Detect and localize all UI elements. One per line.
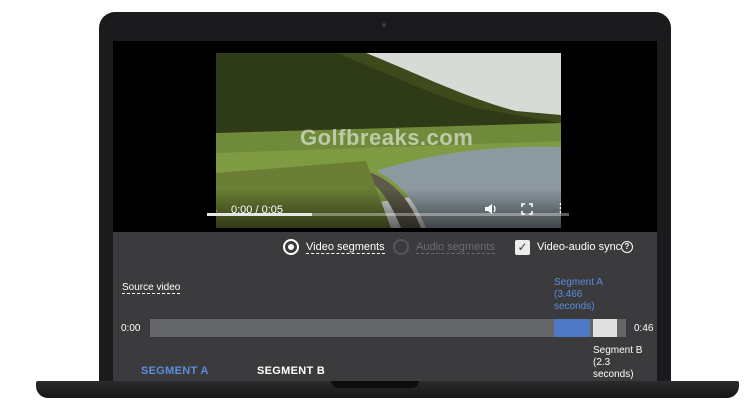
laptop-base-notch bbox=[331, 381, 419, 388]
video-audio-sync-checkbox[interactable]: ✓ bbox=[515, 240, 530, 255]
laptop-mockup: Golfbreaks.com 0:00 / 0:05 Video segment… bbox=[0, 0, 747, 405]
segment-editor-panel: Video segments Audio segments ✓ Video-au… bbox=[113, 232, 657, 382]
help-icon[interactable]: ? bbox=[621, 241, 633, 253]
timeline-end-time: 0:46 bbox=[634, 323, 654, 334]
video-progress-fill bbox=[207, 213, 312, 216]
webcam bbox=[382, 23, 386, 27]
audio-segments-label[interactable]: Audio segments bbox=[416, 241, 495, 254]
video-player[interactable]: Golfbreaks.com 0:00 / 0:05 bbox=[216, 53, 561, 228]
laptop-screen: Golfbreaks.com 0:00 / 0:05 Video segment… bbox=[113, 41, 657, 382]
source-video-label: Source video bbox=[122, 282, 181, 294]
video-progress-bar[interactable] bbox=[207, 213, 569, 216]
segment-b-block[interactable] bbox=[593, 319, 617, 337]
video-audio-sync-label[interactable]: Video-audio sync bbox=[537, 241, 621, 253]
video-controls: 0:00 / 0:05 bbox=[216, 188, 561, 228]
audio-segments-radio[interactable] bbox=[393, 239, 409, 255]
tab-segment-b[interactable]: SEGMENT B bbox=[257, 365, 325, 377]
video-segments-label[interactable]: Video segments bbox=[306, 241, 385, 254]
segment-b-caption: Segment B (2.3 seconds) bbox=[593, 345, 643, 380]
tab-segment-a[interactable]: SEGMENT A bbox=[141, 365, 209, 377]
segment-a-block[interactable] bbox=[554, 319, 590, 337]
segment-a-caption: Segment A (3.466 seconds) bbox=[554, 277, 603, 312]
timeline-start-time: 0:00 bbox=[121, 323, 141, 334]
video-segments-radio[interactable] bbox=[283, 239, 299, 255]
source-timeline[interactable] bbox=[150, 319, 626, 337]
video-watermark: Golfbreaks.com bbox=[300, 125, 474, 150]
